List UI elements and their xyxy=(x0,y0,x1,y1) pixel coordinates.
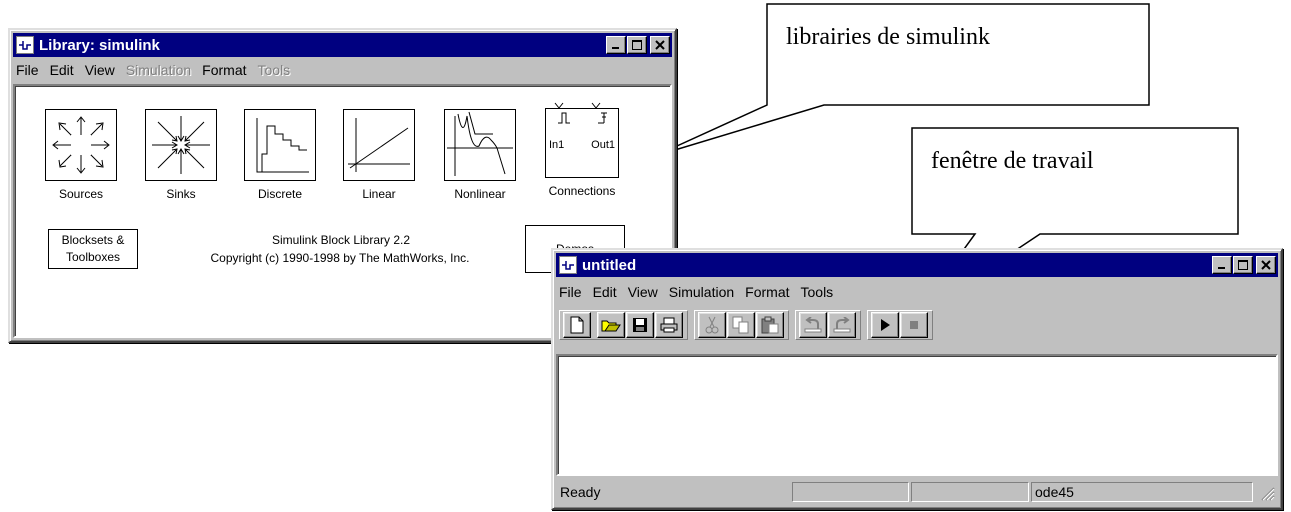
status-cell-3 xyxy=(911,482,1029,502)
model-window: untitled File Edit View Simulation Forma… xyxy=(551,248,1283,510)
block-nonlinear-label: Nonlinear xyxy=(454,187,506,201)
new-icon[interactable] xyxy=(563,312,591,338)
undo-icon[interactable] xyxy=(799,312,827,338)
close-button[interactable] xyxy=(650,36,670,54)
model-window-title: untitled xyxy=(582,256,637,274)
menu-view[interactable]: View xyxy=(85,62,115,78)
undo-tool-group xyxy=(795,310,861,340)
connections-out-port: Out1 xyxy=(591,139,615,151)
sim-tool-group xyxy=(867,310,933,340)
redo-icon[interactable] xyxy=(828,312,856,338)
save-icon[interactable] xyxy=(626,312,654,338)
block-discrete[interactable]: Discrete xyxy=(240,109,320,201)
block-sinks-label: Sinks xyxy=(166,187,196,201)
play-icon[interactable] xyxy=(871,312,899,338)
block-sources-label: Sources xyxy=(58,187,104,201)
library-titlebar[interactable]: Library: simulink xyxy=(13,33,672,57)
menu-format[interactable]: Format xyxy=(202,62,246,78)
cut-icon[interactable] xyxy=(698,312,726,338)
block-sinks[interactable]: Sinks xyxy=(141,109,221,201)
library-copyright-text: Copyright (c) 1990-1998 by The MathWorks… xyxy=(210,251,470,265)
menu-edit[interactable]: Edit xyxy=(593,284,617,300)
maximize-button[interactable] xyxy=(627,36,647,54)
stop-icon[interactable] xyxy=(900,312,928,338)
file-tool-group xyxy=(559,310,688,340)
model-titlebar[interactable]: untitled xyxy=(556,253,1278,277)
block-connections[interactable]: In1 Out1 Connections xyxy=(537,98,627,198)
library-menubar: File Edit View Simulation Format Tools xyxy=(16,59,669,81)
close-button[interactable] xyxy=(1256,256,1276,274)
minimize-button[interactable] xyxy=(1212,256,1232,274)
open-icon[interactable] xyxy=(597,312,625,338)
simulink-model-icon xyxy=(559,256,577,274)
block-blocksets-toolboxes[interactable]: Blocksets & Toolboxes xyxy=(48,229,138,269)
discrete-icon xyxy=(244,109,316,181)
menu-file[interactable]: File xyxy=(16,62,39,78)
edit-tool-group xyxy=(694,310,789,340)
menu-tools[interactable]: Tools xyxy=(258,62,291,78)
block-connections-label: Connections xyxy=(548,184,616,198)
connections-top-ports xyxy=(537,98,627,109)
block-discrete-label: Discrete xyxy=(257,187,302,201)
print-icon[interactable] xyxy=(655,312,683,338)
library-window-title: Library: simulink xyxy=(39,36,160,54)
sinks-icon xyxy=(145,109,217,181)
model-statusbar: Ready ode45 xyxy=(556,480,1278,504)
menu-tools[interactable]: Tools xyxy=(801,284,834,300)
block-linear[interactable]: Linear xyxy=(339,109,419,201)
connections-icon: In1 Out1 xyxy=(545,108,619,178)
status-cell-2 xyxy=(792,482,909,502)
blocksets-label-line1: Blocksets & xyxy=(61,233,125,247)
sources-icon xyxy=(45,109,117,181)
maximize-button[interactable] xyxy=(1233,256,1253,274)
simulink-app-icon xyxy=(16,36,34,54)
connections-in-port: In1 xyxy=(549,139,565,151)
menu-simulation[interactable]: Simulation xyxy=(126,62,191,78)
menu-edit[interactable]: Edit xyxy=(50,62,74,78)
menu-file[interactable]: File xyxy=(559,284,582,300)
block-linear-label: Linear xyxy=(362,187,396,201)
status-solver: ode45 xyxy=(1031,482,1253,502)
library-version-text: Simulink Block Library 2.2 xyxy=(271,233,411,247)
minimize-button[interactable] xyxy=(606,36,626,54)
menu-view[interactable]: View xyxy=(628,284,658,300)
resize-grip-icon[interactable] xyxy=(1257,482,1275,502)
block-sources[interactable]: Sources xyxy=(41,109,121,201)
copy-icon[interactable] xyxy=(727,312,755,338)
blocksets-label-line2: Toolboxes xyxy=(65,250,121,264)
callout-library-text: librairies de simulink xyxy=(786,24,990,50)
model-menubar: File Edit View Simulation Format Tools xyxy=(559,281,1275,303)
callout-workspace-text: fenêtre de travail xyxy=(931,148,1094,174)
paste-icon[interactable] xyxy=(756,312,784,338)
status-state: Ready xyxy=(560,484,601,500)
menu-format[interactable]: Format xyxy=(745,284,789,300)
block-nonlinear[interactable]: Nonlinear xyxy=(440,109,520,201)
model-toolbar xyxy=(559,308,939,342)
linear-icon xyxy=(343,109,415,181)
menu-simulation[interactable]: Simulation xyxy=(669,284,734,300)
nonlinear-icon xyxy=(444,109,516,181)
model-canvas[interactable] xyxy=(556,354,1278,476)
